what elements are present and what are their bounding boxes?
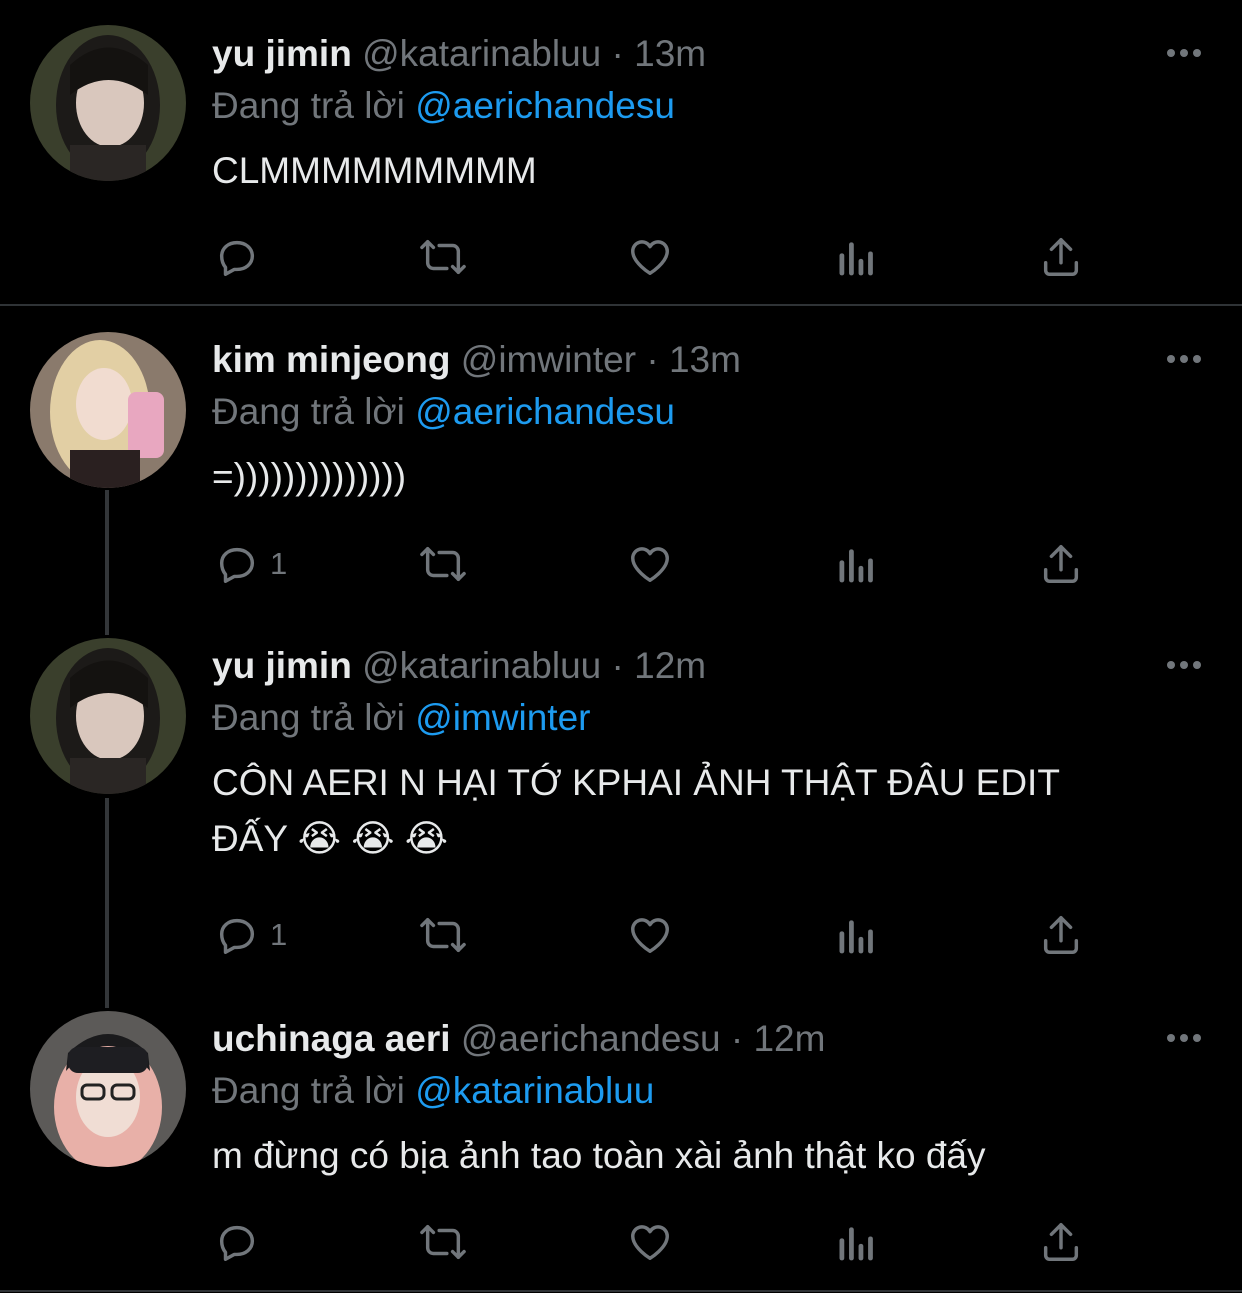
divider <box>0 1290 1242 1292</box>
tweet-header: kim minjeong @imwinter · 13m <box>212 338 741 382</box>
timestamp[interactable]: 12m <box>634 645 706 686</box>
more-icon[interactable] <box>1164 657 1204 673</box>
views-button[interactable] <box>834 539 878 589</box>
tweet[interactable]: yu jimin @katarinabluu · 12m Đang trả lờ… <box>0 612 1242 1002</box>
share-icon <box>1043 545 1079 583</box>
display-name[interactable]: uchinaga aeri <box>212 1018 451 1059</box>
reply-button[interactable] <box>214 232 270 282</box>
replying-to-label: Đang trả lời <box>212 391 405 432</box>
views-button[interactable] <box>834 910 878 960</box>
tweet-text: m đừng có bịa ảnh tao toàn xài ảnh thật … <box>212 1135 986 1176</box>
retweet-icon <box>420 917 466 953</box>
share-button[interactable] <box>1038 232 1084 282</box>
tweet[interactable]: uchinaga aeri @aerichandesu · 12m Đang t… <box>0 985 1242 1293</box>
retweet-button[interactable] <box>418 539 468 589</box>
views-button[interactable] <box>834 1217 878 1267</box>
reply-count: 1 <box>270 546 288 581</box>
views-icon <box>839 1227 873 1261</box>
user-handle[interactable]: @katarinabluu <box>362 645 601 686</box>
more-icon[interactable] <box>1164 1030 1204 1046</box>
share-icon <box>1043 238 1079 276</box>
timestamp[interactable]: 12m <box>753 1018 825 1059</box>
reply-icon <box>219 1225 255 1261</box>
like-button[interactable] <box>626 1217 674 1267</box>
replying-to-label: Đang trả lời <box>212 1070 405 1111</box>
views-button[interactable] <box>834 232 878 282</box>
avatar[interactable] <box>30 332 186 488</box>
like-button[interactable] <box>626 232 674 282</box>
replying-to-handle[interactable]: @imwinter <box>415 697 590 738</box>
replying-to-label: Đang trả lời <box>212 697 405 738</box>
tweet-header: yu jimin @katarinabluu · 12m <box>212 644 706 688</box>
separator: · <box>611 33 624 74</box>
replying-to-handle[interactable]: @katarinabluu <box>415 1070 654 1111</box>
tweet-text: CÔN AERI N HẠI TỚ KPHAI ẢNH THẬT ĐÂU EDI… <box>212 762 1060 859</box>
replying-to-handle[interactable]: @aerichandesu <box>415 85 675 126</box>
reply-button[interactable]: 1 <box>214 910 287 960</box>
reply-icon <box>219 547 255 583</box>
like-button[interactable] <box>626 910 674 960</box>
tweet-header: uchinaga aeri @aerichandesu · 12m <box>212 1017 825 1061</box>
replying-to-handle[interactable]: @aerichandesu <box>415 391 675 432</box>
retweet-icon <box>420 546 466 582</box>
tweet-text: CLMMMMMMMMM <box>212 150 537 191</box>
avatar[interactable] <box>30 638 186 794</box>
reply-icon <box>219 240 255 276</box>
separator: · <box>611 645 624 686</box>
avatar[interactable] <box>30 25 186 181</box>
like-icon <box>631 547 669 583</box>
timestamp[interactable]: 13m <box>669 339 741 380</box>
tweet-actions: 1 <box>0 910 1242 960</box>
tweet[interactable]: kim minjeong @imwinter · 13m Đang trả lờ… <box>0 306 1242 636</box>
display-name[interactable]: yu jimin <box>212 645 352 686</box>
share-icon <box>1043 1223 1079 1261</box>
tweet[interactable]: yu jimin @katarinabluu · 13m Đang trả lờ… <box>0 0 1242 305</box>
views-icon <box>839 242 873 276</box>
retweet-icon <box>420 239 466 275</box>
replying-to: Đang trả lời @katarinabluu <box>212 1069 654 1113</box>
tweet-actions: 1 <box>0 539 1242 589</box>
display-name[interactable]: yu jimin <box>212 33 352 74</box>
separator: · <box>646 339 659 380</box>
retweet-button[interactable] <box>418 232 468 282</box>
user-handle[interactable]: @katarinabluu <box>362 33 601 74</box>
views-icon <box>839 920 873 954</box>
share-button[interactable] <box>1038 1217 1084 1267</box>
replying-to-label: Đang trả lời <box>212 85 405 126</box>
reply-button[interactable] <box>214 1217 270 1267</box>
user-handle[interactable]: @aerichandesu <box>461 1018 721 1059</box>
tweet-actions <box>0 232 1242 282</box>
tweet-actions <box>0 1217 1242 1267</box>
separator: · <box>730 1018 744 1059</box>
share-button[interactable] <box>1038 539 1084 589</box>
display-name[interactable]: kim minjeong <box>212 339 450 380</box>
retweet-button[interactable] <box>418 910 468 960</box>
share-button[interactable] <box>1038 910 1084 960</box>
replying-to: Đang trả lời @aerichandesu <box>212 84 675 128</box>
like-icon <box>631 1225 669 1261</box>
reply-button[interactable]: 1 <box>214 539 287 589</box>
like-icon <box>631 918 669 954</box>
share-icon <box>1043 916 1079 954</box>
tweet-text: =)))))))))))))) <box>212 456 407 497</box>
user-handle[interactable]: @imwinter <box>461 339 636 380</box>
more-icon[interactable] <box>1164 45 1204 61</box>
avatar[interactable] <box>30 1011 186 1167</box>
replying-to: Đang trả lời @aerichandesu <box>212 390 675 434</box>
retweet-button[interactable] <box>418 1217 468 1267</box>
like-icon <box>631 240 669 276</box>
more-icon[interactable] <box>1164 351 1204 367</box>
replying-to: Đang trả lời @imwinter <box>212 696 591 740</box>
views-icon <box>839 549 873 583</box>
timestamp[interactable]: 13m <box>634 33 706 74</box>
tweet-header: yu jimin @katarinabluu · 13m <box>212 32 706 76</box>
retweet-icon <box>420 1224 466 1260</box>
reply-count: 1 <box>270 917 288 952</box>
like-button[interactable] <box>626 539 674 589</box>
reply-icon <box>219 918 255 954</box>
